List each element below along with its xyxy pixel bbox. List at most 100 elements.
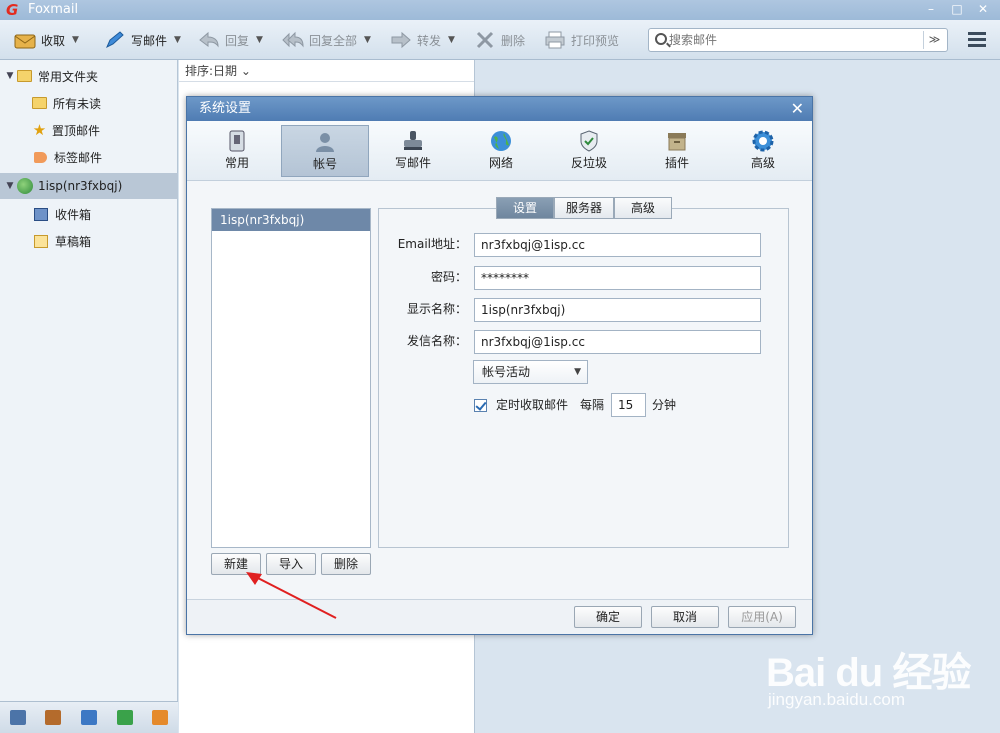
print-preview-label: 打印预览 xyxy=(571,33,620,48)
drafts-icon xyxy=(34,234,48,248)
reply-button[interactable]: 回复 ▼ xyxy=(198,28,263,52)
every-label: 每隔 xyxy=(580,398,605,412)
globe-icon xyxy=(489,129,513,153)
chevron-down-icon[interactable]: ▼ xyxy=(72,35,79,45)
chevron-down-icon[interactable]: ▼ xyxy=(174,35,181,45)
folder-icon xyxy=(32,97,47,109)
tag-icon xyxy=(34,151,47,163)
chevron-down-icon[interactable]: ▼ xyxy=(448,35,455,45)
tab-advanced-sub[interactable]: 高级 xyxy=(614,197,672,219)
search-box[interactable]: ≫ xyxy=(648,28,948,52)
baidu-jingyan-watermark: Bai du 经验 jingyan.baidu.com xyxy=(760,630,990,720)
tab-account[interactable]: 帐号 xyxy=(281,125,369,177)
stamp-icon xyxy=(401,129,425,153)
sidebar-item-label: 常用文件夹 xyxy=(38,69,99,84)
gear-icon xyxy=(751,129,775,153)
timed-fetch-checkbox[interactable] xyxy=(474,399,487,412)
reply-label: 回复 xyxy=(225,33,250,48)
timed-fetch-label: 定时收取邮件 xyxy=(496,398,569,412)
chevron-down-icon: ▼ xyxy=(574,367,581,377)
search-input[interactable] xyxy=(669,31,919,49)
sidebar-item-inbox[interactable]: 收件箱 xyxy=(0,201,178,227)
tab-server[interactable]: 服务器 xyxy=(554,197,614,219)
sidebar-item-label: 1isp(nr3fxbqj) xyxy=(38,179,123,193)
sidebar-item-common-folders[interactable]: ▼ 常用文件夹 xyxy=(0,63,178,89)
menu-icon[interactable] xyxy=(968,32,986,48)
sidebar-item-pinned[interactable]: ★ 置顶邮件 xyxy=(0,117,178,143)
compose-button[interactable]: 写邮件 ▼ xyxy=(104,28,181,52)
sidebar-item-drafts[interactable]: 草稿箱 xyxy=(0,228,178,254)
tab-network[interactable]: 网络 xyxy=(457,125,545,177)
system-settings-dialog: 系统设置 ✕ 常用 帐号 写邮件 网络 反垃圾 插件 高级 1isp(nr3fx… xyxy=(186,96,813,635)
account-status-select[interactable]: 帐号活动 ▼ xyxy=(473,360,588,384)
sidebar-item-account[interactable]: ▼ 1isp(nr3fxbqj) xyxy=(0,173,178,199)
tab-label: 高级 xyxy=(750,156,775,170)
maximize-button[interactable]: □ xyxy=(946,1,968,18)
sidebar-item-label: 置顶邮件 xyxy=(52,123,101,138)
sidebar-item-all-unread[interactable]: 所有未读 xyxy=(0,90,178,116)
sort-bar[interactable]: 排序:日期 ⌄ xyxy=(179,60,474,82)
red-arrow-annotation xyxy=(246,572,337,619)
ok-button[interactable]: 确定 xyxy=(574,606,642,628)
sidebar-item-tagged[interactable]: 标签邮件 xyxy=(0,144,178,170)
chevron-down-icon[interactable]: ⌄ xyxy=(241,64,251,78)
tab-label: 插件 xyxy=(664,156,689,170)
chevron-down-icon[interactable]: ▼ xyxy=(364,35,371,45)
close-icon[interactable]: ✕ xyxy=(791,97,804,121)
search-icon xyxy=(655,33,667,45)
printer-icon xyxy=(544,30,566,50)
mail-icon[interactable] xyxy=(9,710,26,725)
display-name-label: 显示名称： xyxy=(406,302,467,316)
delete-button[interactable]: 删除 xyxy=(474,28,525,52)
list-item[interactable]: 1isp(nr3fxbqj) xyxy=(212,209,370,231)
tab-advanced[interactable]: 高级 xyxy=(719,125,807,177)
tab-antispam[interactable]: 反垃圾 xyxy=(545,125,633,177)
forward-button[interactable]: 转发 ▼ xyxy=(390,28,455,52)
chevron-down-icon[interactable]: ▼ xyxy=(256,35,263,45)
tab-label: 写邮件 xyxy=(394,156,431,170)
notes-icon[interactable] xyxy=(116,710,133,725)
password-field[interactable]: ******** xyxy=(474,266,761,290)
sidebar-item-label: 所有未读 xyxy=(53,96,102,111)
minimize-button[interactable]: – xyxy=(920,1,942,18)
tab-plugins[interactable]: 插件 xyxy=(633,125,721,177)
reply-all-button[interactable]: 回复全部 ▼ xyxy=(282,28,371,52)
calendar-icon[interactable] xyxy=(80,710,97,725)
forward-label: 转发 xyxy=(417,33,442,48)
dialog-title: 系统设置 xyxy=(199,101,252,116)
contacts-icon[interactable] xyxy=(45,710,62,725)
close-window-button[interactable]: ✕ xyxy=(972,1,994,18)
reply-all-label: 回复全部 xyxy=(309,33,358,48)
rss-icon[interactable] xyxy=(152,710,169,725)
tab-label: 网络 xyxy=(488,156,513,170)
sender-name-field[interactable]: nr3fxbqj@1isp.cc xyxy=(474,330,761,354)
print-preview-button[interactable]: 打印预览 xyxy=(544,28,619,52)
foxmail-logo-icon: G xyxy=(6,1,19,19)
star-icon: ★ xyxy=(32,121,47,139)
folder-sidebar: ▼ 常用文件夹 所有未读 ★ 置顶邮件 标签邮件 ▼ 1isp(nr3fxbqj… xyxy=(0,60,178,733)
tab-label: 帐号 xyxy=(312,157,337,171)
cancel-button[interactable]: 取消 xyxy=(651,606,719,628)
folder-icon xyxy=(17,70,32,82)
expand-triangle-icon[interactable]: ▼ xyxy=(3,181,17,191)
apply-button[interactable]: 应用(A) xyxy=(728,606,796,628)
tab-label: 常用 xyxy=(224,156,249,170)
tab-settings[interactable]: 设置 xyxy=(496,197,554,219)
select-value: 帐号活动 xyxy=(482,365,531,379)
search-options-icon[interactable]: ≫ xyxy=(923,31,945,49)
display-name-field[interactable]: 1isp(nr3fxbqj) xyxy=(474,298,761,322)
sender-name-label: 发信名称： xyxy=(406,334,467,348)
sidebar-item-label: 收件箱 xyxy=(55,207,92,222)
app-title: Foxmail xyxy=(28,2,79,17)
delete-label: 删除 xyxy=(501,33,526,48)
tab-general[interactable]: 常用 xyxy=(193,125,281,177)
tab-compose[interactable]: 写邮件 xyxy=(369,125,457,177)
receive-label: 收取 xyxy=(41,33,66,48)
delete-icon xyxy=(474,30,496,50)
expand-triangle-icon[interactable]: ▼ xyxy=(3,71,17,81)
email-field[interactable]: nr3fxbqj@1isp.cc xyxy=(474,233,761,257)
interval-field[interactable]: 15 xyxy=(611,393,646,417)
receive-button[interactable]: 收取 ▼ xyxy=(14,28,79,52)
sidebar-item-label: 草稿箱 xyxy=(55,234,92,249)
account-list: 1isp(nr3fxbqj) xyxy=(211,208,371,548)
